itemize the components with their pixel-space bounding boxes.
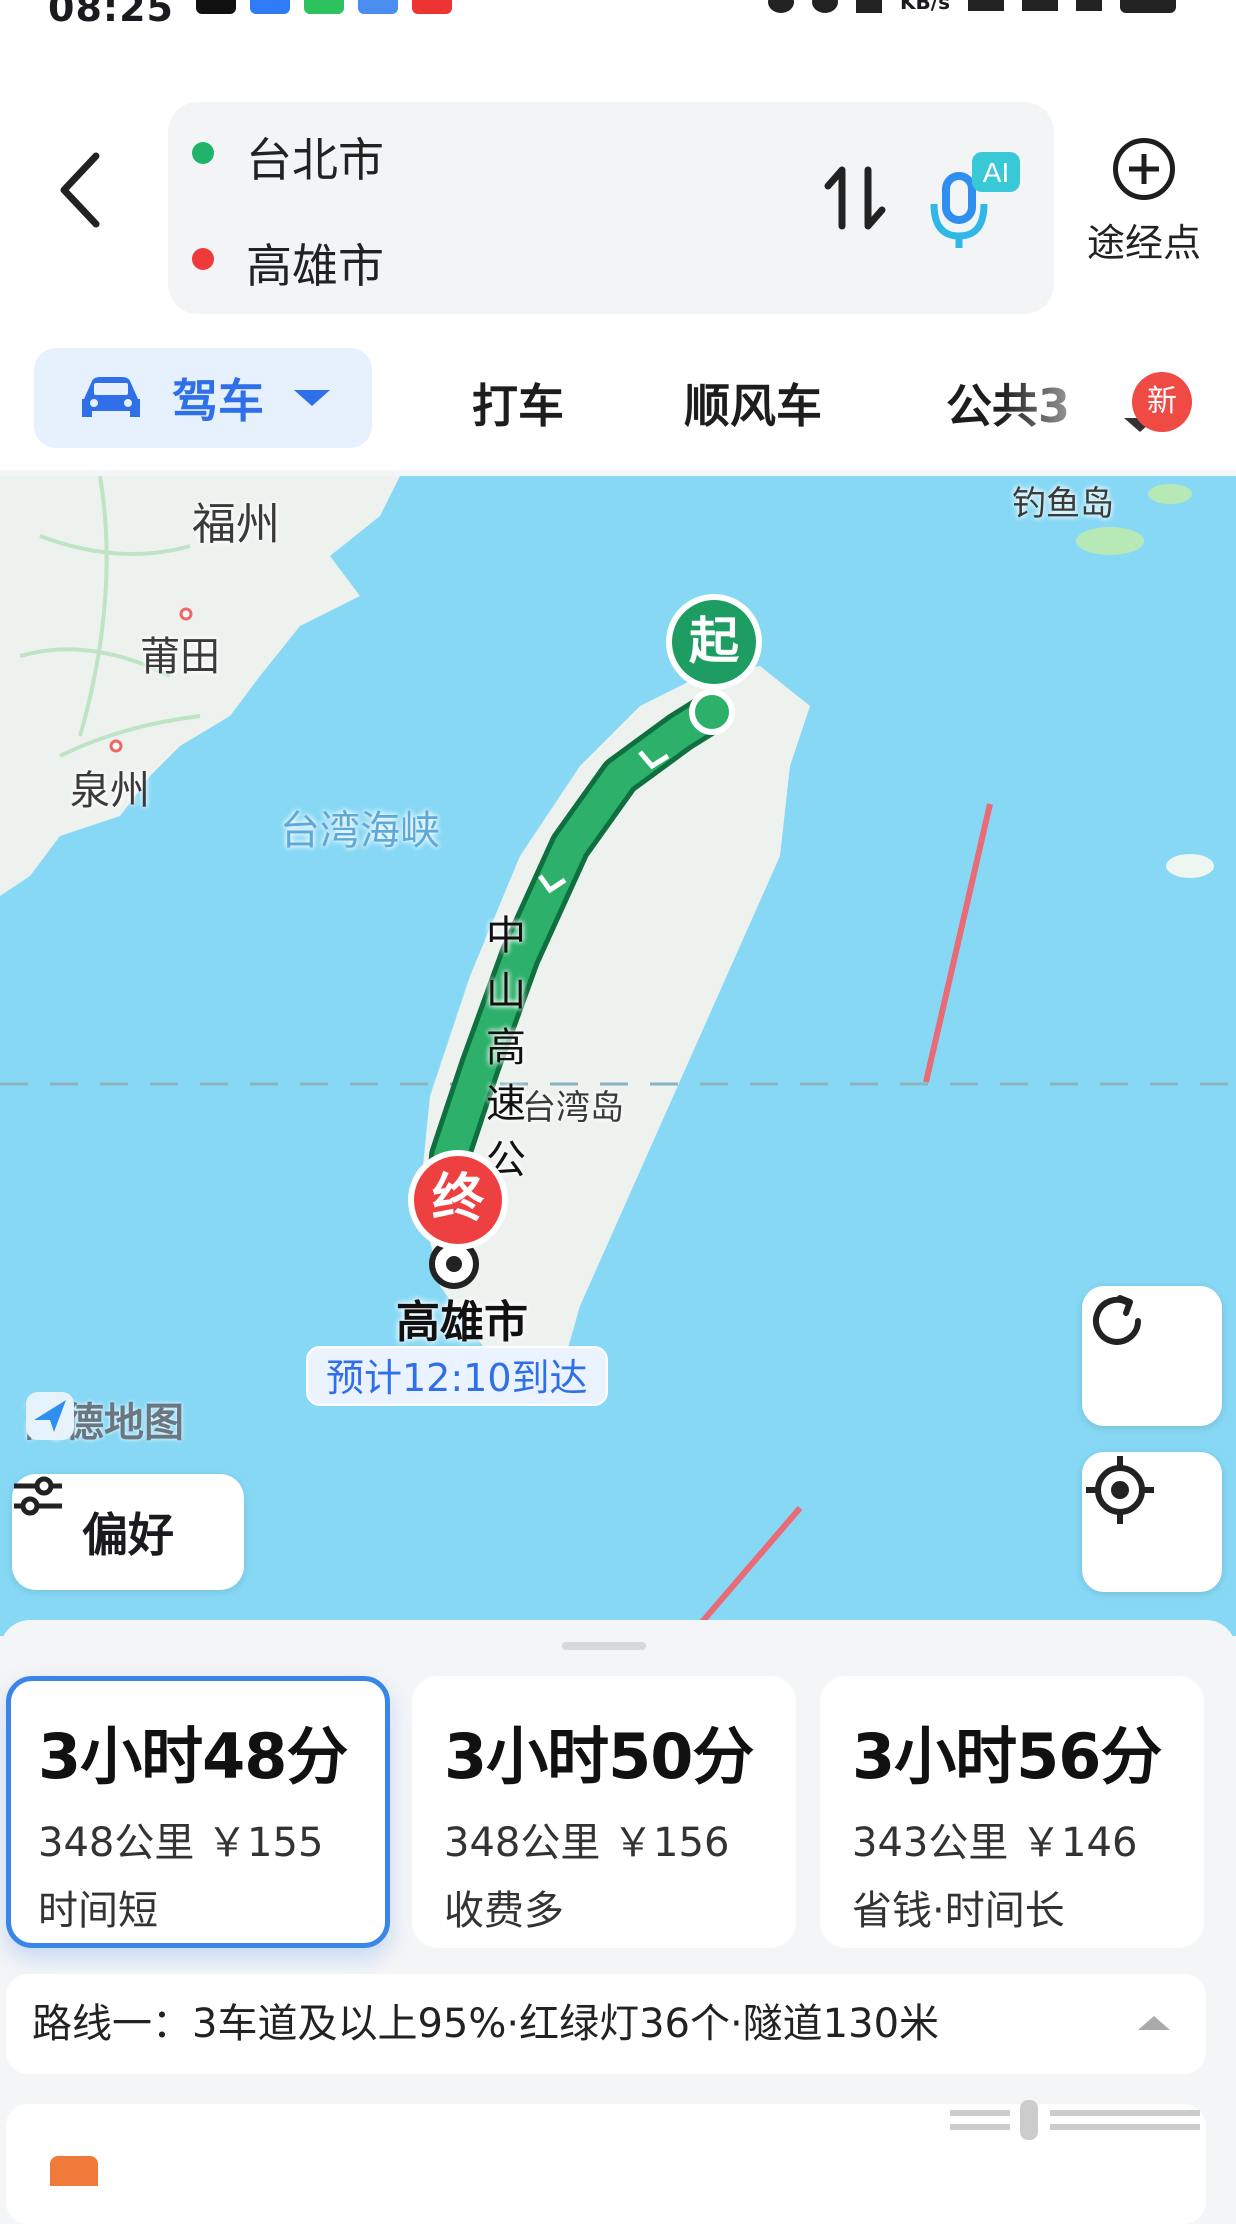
destination-dot [192, 248, 214, 270]
ai-badge: AI [983, 157, 1009, 188]
status-bar: 08:25 KB/s [0, 0, 1236, 30]
drag-handle[interactable] [562, 1642, 646, 1650]
ai-mic-icon[interactable]: AI [924, 150, 1024, 250]
route-distance-cost: 348公里 ￥156 [444, 1820, 730, 1866]
map-label-strait: 台湾海峡 [280, 808, 440, 854]
plus-circle-icon [1113, 138, 1175, 200]
tab-fade [1000, 360, 1236, 440]
chevron-down-icon [294, 390, 330, 406]
system-icons: KB/s [768, 0, 1176, 14]
notification-icons [196, 0, 452, 14]
route-detail-bar[interactable]: 路线一：3车道及以上95%·红绿灯36个·隧道130米 [6, 1974, 1206, 2074]
swap-vertical-icon[interactable] [816, 158, 896, 238]
amap-logo-icon [26, 1392, 74, 1440]
map-label-quanzhou: 泉州 [70, 768, 150, 814]
refresh-button[interactable] [1082, 1286, 1222, 1426]
route-time: 3小时48分 [38, 1720, 348, 1793]
map-label-taiwan: 台湾岛 [522, 1088, 624, 1128]
watermark-icon [950, 2100, 1200, 2140]
end-pin[interactable]: 终 [408, 1150, 508, 1250]
route-header: 台北市 高雄市 AI 途经点 驾车 打车 顺风车 公共3 新 [0, 30, 1236, 470]
map-view[interactable]: 福州 莆田 泉州 台湾海峡 钓鱼岛 台湾岛 中山高速公 起 终 高雄市 预计12… [0, 476, 1236, 1636]
tab-drive[interactable]: 驾车 [34, 348, 372, 448]
route-option-1[interactable]: 3小时48分 348公里 ￥155 时间短 [6, 1676, 390, 1948]
route-detail-text: 路线一：3车道及以上95%·红绿灯36个·隧道130米 [32, 2001, 940, 2047]
chevron-up-icon [1138, 2016, 1170, 2030]
car-icon [82, 377, 140, 417]
tab-taxi[interactable]: 打车 [472, 370, 564, 436]
route-panel: 3小时48分 348公里 ￥155 时间短 3小时50分 348公里 ￥156 … [0, 1620, 1236, 2224]
start-pin[interactable]: 起 [666, 594, 762, 690]
route-time: 3小时56分 [852, 1720, 1162, 1793]
tab-drive-label: 驾车 [172, 374, 264, 428]
route-input-box[interactable]: 台北市 高雄市 [168, 102, 1054, 314]
route-tag: 时间短 [38, 1888, 158, 1934]
locate-icon [1086, 1456, 1154, 1524]
route-tag: 省钱·时间长 [852, 1888, 1065, 1934]
route-option-2[interactable]: 3小时50分 348公里 ￥156 收费多 [412, 1676, 796, 1948]
route-option-3[interactable]: 3小时56分 343公里 ￥146 省钱·时间长 [820, 1676, 1204, 1948]
route-distance-cost: 348公里 ￥155 [38, 1820, 324, 1866]
waypoint-label: 途经点 [1086, 221, 1201, 265]
sliders-icon [14, 1476, 62, 1516]
road-label: 中山高速公 [486, 913, 526, 1183]
origin-dot [192, 142, 214, 164]
status-time: 08:25 [48, 0, 174, 30]
route-distance-cost: 343公里 ￥146 [852, 1820, 1138, 1866]
destination-field[interactable]: 高雄市 [246, 230, 384, 296]
new-badge: 新 [1132, 372, 1192, 432]
back-arrow-icon[interactable] [56, 150, 106, 230]
map-label-fuzhou: 福州 [192, 499, 280, 550]
origin-field[interactable]: 台北市 [246, 124, 384, 190]
preference-button[interactable]: 偏好 [12, 1474, 244, 1590]
tab-carpool[interactable]: 顺风车 [684, 370, 822, 436]
preference-label: 偏好 [82, 1508, 174, 1562]
route-time: 3小时50分 [444, 1720, 754, 1793]
locate-button[interactable] [1082, 1452, 1222, 1592]
destination-map-label: 高雄市 [396, 1297, 528, 1348]
route-tag: 收费多 [444, 1888, 564, 1934]
refresh-icon [1093, 1295, 1141, 1345]
map-label-diaoyu: 钓鱼岛 [1012, 484, 1114, 524]
map-label-putian: 莆田 [140, 634, 220, 680]
amap-brand: 高德地图 [24, 1390, 184, 1448]
next-card-icon [50, 2156, 98, 2186]
add-waypoint-button[interactable]: 途经点 [1074, 138, 1214, 267]
eta-label: 预计12:10到达 [306, 1346, 608, 1406]
